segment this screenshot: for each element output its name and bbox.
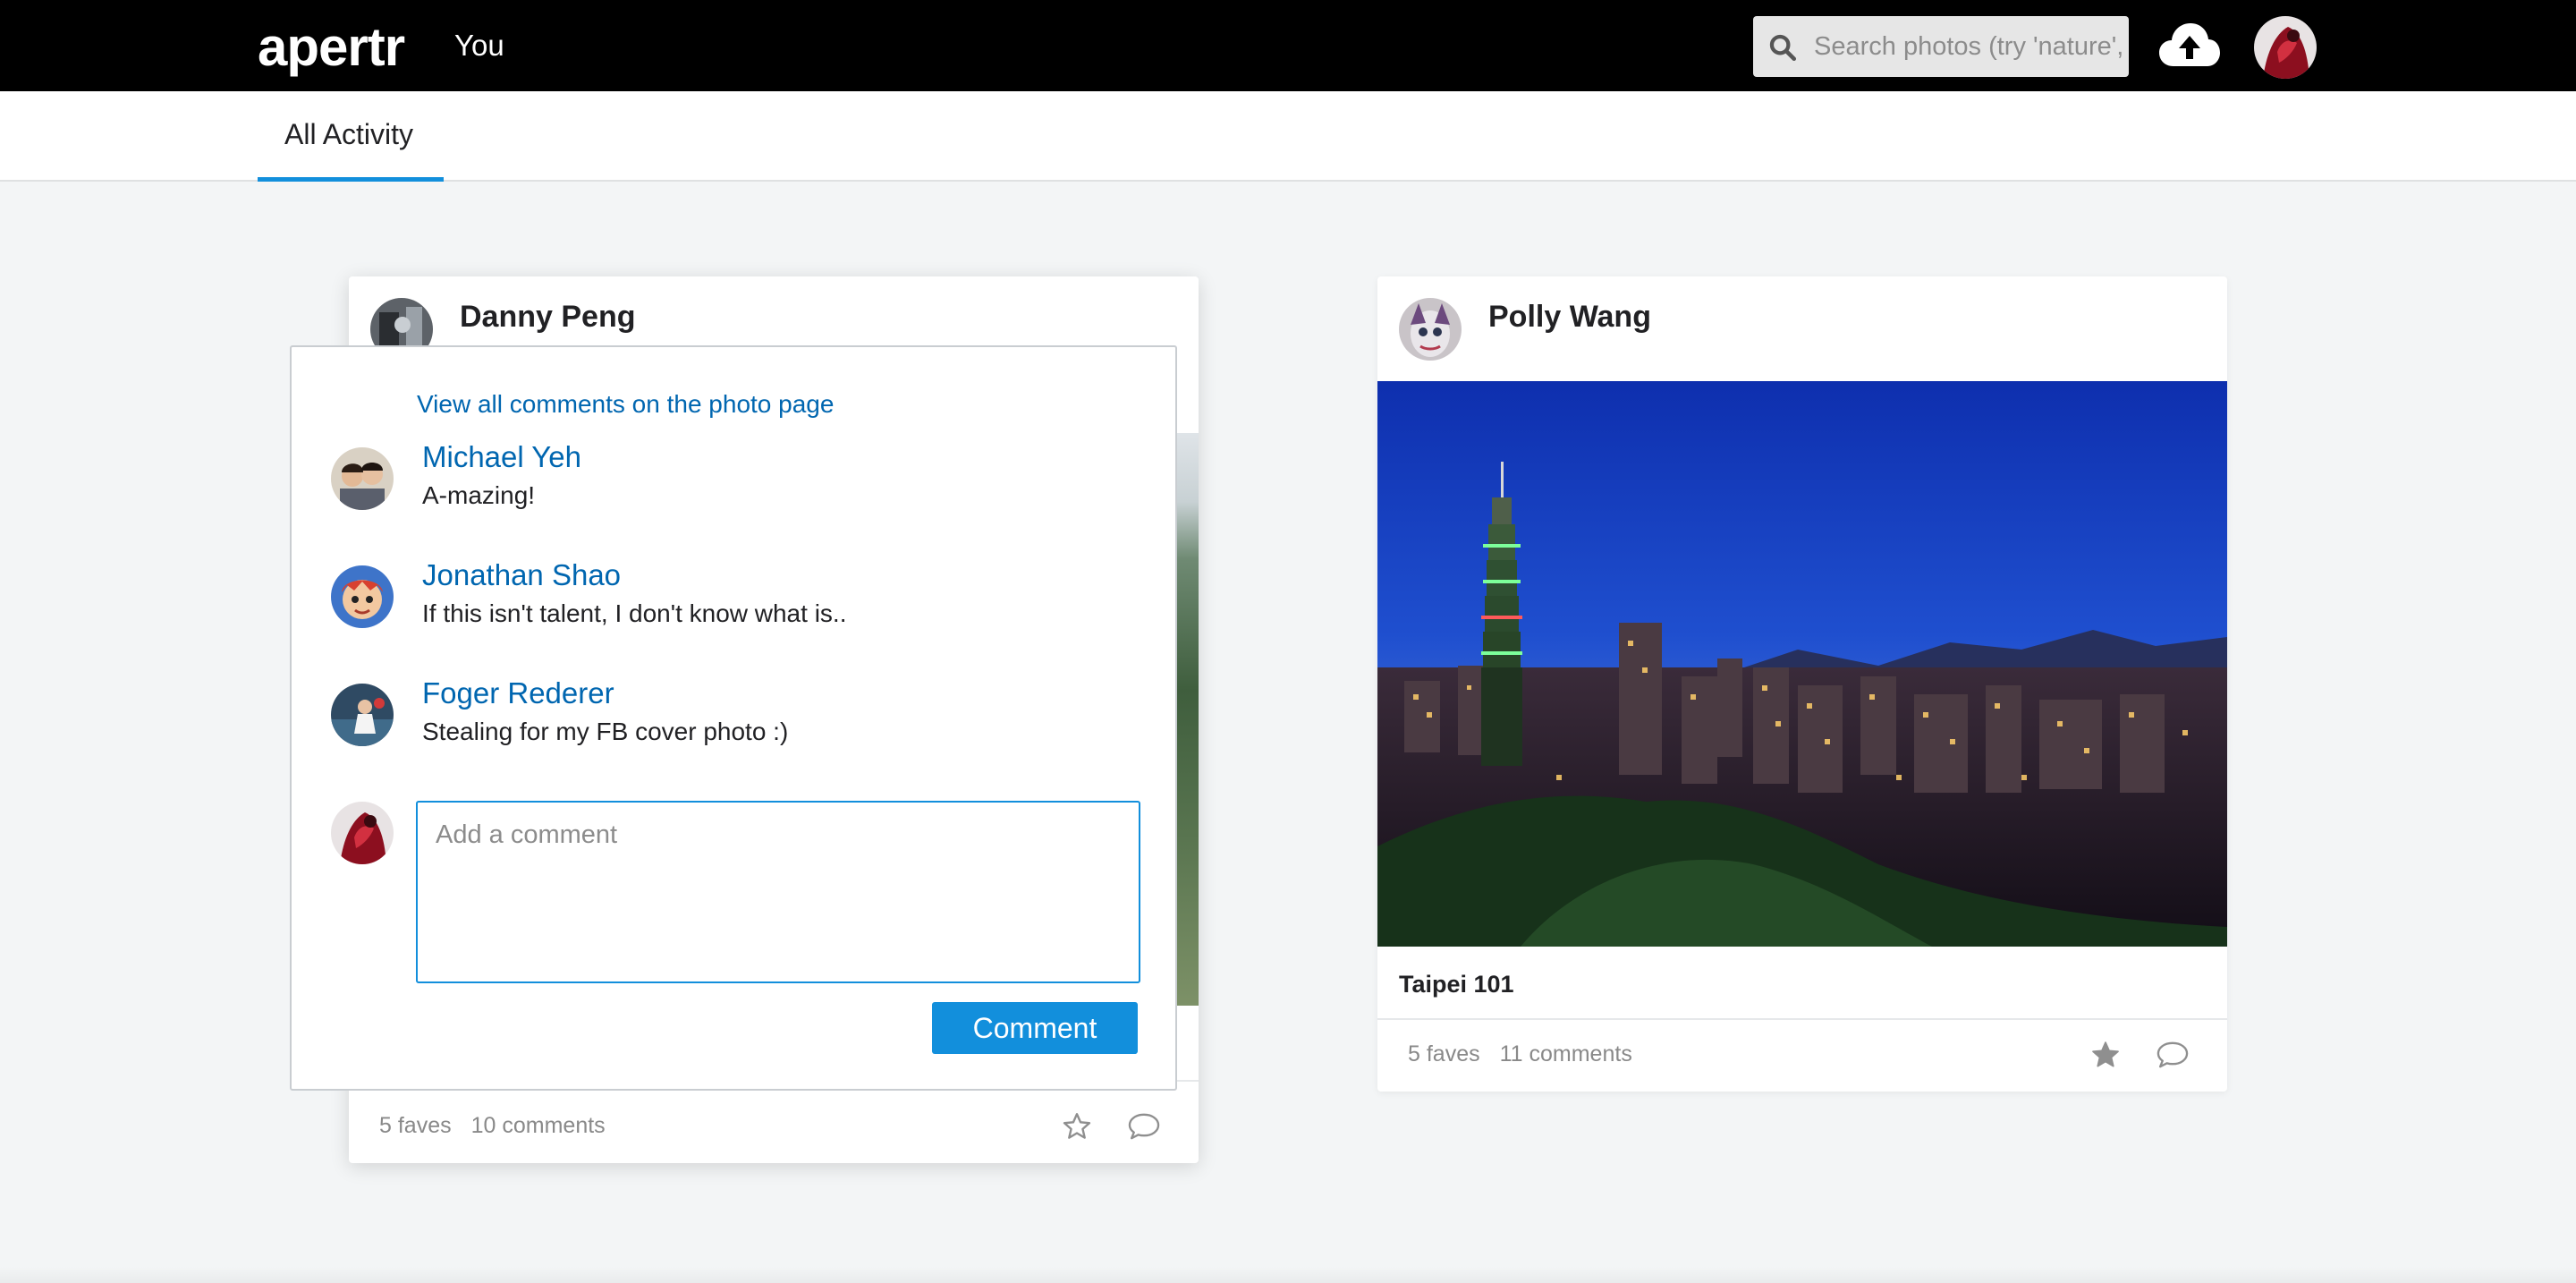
faves-count: 5 faves bbox=[379, 1113, 452, 1138]
activity-subnav: All Activity bbox=[0, 91, 2576, 182]
photo-taipei-101[interactable] bbox=[1377, 381, 2227, 947]
comment-submit-button[interactable]: Comment bbox=[932, 1002, 1138, 1054]
comments-count[interactable]: 11 comments bbox=[1500, 1041, 1632, 1066]
speech-bubble-icon[interactable] bbox=[2156, 1039, 2190, 1071]
photo-stats: 5 faves 11 comments bbox=[1408, 1041, 1652, 1067]
tab-all-activity[interactable]: All Activity bbox=[258, 91, 444, 182]
search-input[interactable] bbox=[1814, 16, 2122, 77]
commenter-name[interactable]: Michael Yeh bbox=[422, 440, 581, 474]
search-icon bbox=[1769, 34, 1797, 62]
tab-all-activity-label: All Activity bbox=[284, 118, 414, 150]
view-all-comments-link[interactable]: View all comments on the photo page bbox=[417, 390, 834, 419]
page-bottom-edge bbox=[0, 1267, 2576, 1283]
comment-input[interactable] bbox=[416, 801, 1140, 983]
commenter-name[interactable]: Jonathan Shao bbox=[422, 558, 621, 592]
comments-popup: View all comments on the photo page Mich… bbox=[290, 345, 1177, 1091]
comments-count[interactable]: 10 comments bbox=[471, 1113, 606, 1138]
commenter-avatar[interactable] bbox=[331, 684, 394, 746]
comment-text: Stealing for my FB cover photo :) bbox=[422, 718, 789, 745]
author-name[interactable]: Danny Peng bbox=[460, 300, 635, 335]
star-icon[interactable] bbox=[2089, 1039, 2122, 1071]
commenter-avatar[interactable] bbox=[331, 447, 394, 510]
commenter-avatar[interactable] bbox=[331, 565, 394, 628]
comment-item: Foger Rederer Stealing for my FB cover p… bbox=[331, 676, 1154, 766]
comment-item: Michael Yeh A-mazing! bbox=[331, 440, 1154, 530]
photo-caption[interactable]: Taipei 101 bbox=[1399, 971, 1514, 998]
nav-you-link[interactable]: You bbox=[454, 29, 504, 63]
apertr-logo[interactable]: apertr bbox=[258, 16, 405, 78]
speech-bubble-icon[interactable] bbox=[1127, 1110, 1161, 1143]
star-icon[interactable] bbox=[1061, 1110, 1093, 1143]
author-name[interactable]: Polly Wang bbox=[1488, 300, 1651, 335]
activity-card-polly-wang: Polly Wang Taipei 101 5 faves 11 comment… bbox=[1377, 276, 2227, 1092]
commenter-name[interactable]: Foger Rederer bbox=[422, 676, 614, 710]
faves-count: 5 faves bbox=[1408, 1041, 1480, 1066]
top-navigation-bar: apertr You bbox=[0, 0, 2576, 91]
user-avatar[interactable] bbox=[2254, 16, 2317, 79]
comment-item: Jonathan Shao If this isn't talent, I do… bbox=[331, 558, 1154, 648]
photo-stats: 5 faves 10 comments bbox=[379, 1113, 625, 1139]
comment-text: A-mazing! bbox=[422, 481, 536, 509]
author-avatar[interactable] bbox=[1399, 298, 1462, 361]
cloud-upload-icon[interactable] bbox=[2157, 20, 2222, 72]
current-user-avatar bbox=[331, 802, 394, 864]
comment-text: If this isn't talent, I don't know what … bbox=[422, 599, 847, 627]
card-divider bbox=[1377, 1018, 2227, 1020]
search-box[interactable] bbox=[1753, 16, 2129, 77]
